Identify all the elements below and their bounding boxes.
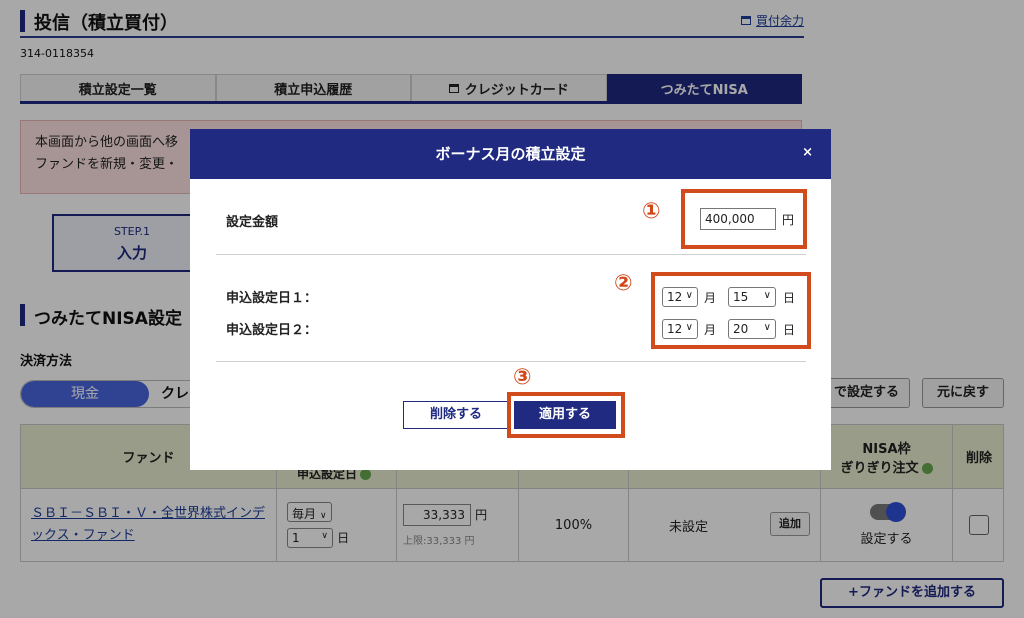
date1-month-select[interactable]: 12 ∨ <box>662 287 698 307</box>
modal-header: ボーナス月の積立設定 × <box>190 129 831 179</box>
date2-label: 申込設定日２： <box>226 323 318 338</box>
annotation-1: ① <box>642 199 661 224</box>
apply-button[interactable]: 適用する <box>514 401 616 429</box>
date2-month-value: 12 <box>667 322 683 336</box>
delete-button[interactable]: 削除する <box>403 401 509 429</box>
divider <box>216 254 806 255</box>
bonus-month-modal: ボーナス月の積立設定 × 設定金額 ① 400,000 円 申込設定日１： 申込… <box>190 129 831 470</box>
date1-day-select[interactable]: 15 ∨ <box>728 287 776 307</box>
date1-day-value: 15 <box>733 290 749 304</box>
bonus-amount-input[interactable]: 400,000 <box>700 208 776 230</box>
date2-day-select[interactable]: 20 ∨ <box>728 319 776 339</box>
divider <box>216 361 806 362</box>
date2-month-select[interactable]: 12 ∨ <box>662 319 698 339</box>
chevron-down-icon: ∨ <box>763 290 771 301</box>
date2-day-value: 20 <box>733 322 749 336</box>
amount-unit: 円 <box>782 213 795 227</box>
close-icon[interactable]: × <box>802 145 813 160</box>
annotation-3: ③ <box>513 365 532 390</box>
annotation-2: ② <box>614 271 633 296</box>
chevron-down-icon: ∨ <box>685 322 693 333</box>
month-unit: 月 <box>704 323 717 337</box>
chevron-down-icon: ∨ <box>685 290 693 301</box>
chevron-down-icon: ∨ <box>763 322 771 333</box>
date1-label: 申込設定日１： <box>226 291 318 306</box>
day-unit: 日 <box>783 291 796 305</box>
month-unit: 月 <box>704 291 717 305</box>
modal-title: ボーナス月の積立設定 <box>435 145 586 163</box>
date1-month-value: 12 <box>667 290 683 304</box>
day-unit: 日 <box>783 323 796 337</box>
amount-label: 設定金額 <box>226 215 279 230</box>
